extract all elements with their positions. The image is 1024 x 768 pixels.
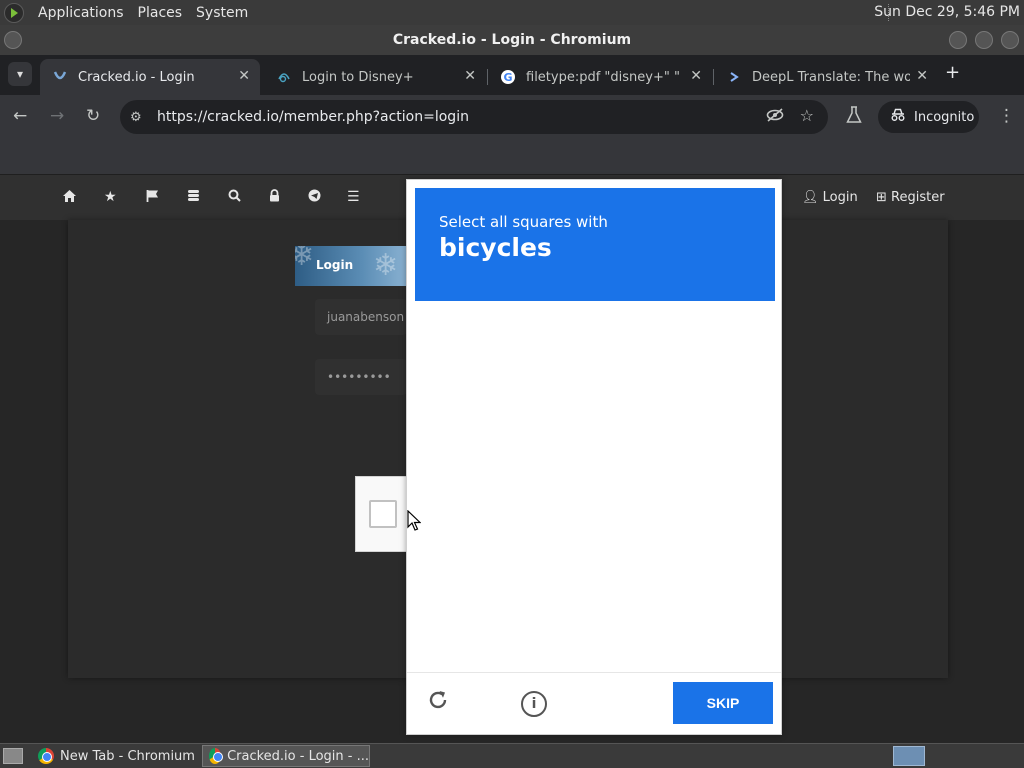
- cracked-favicon-icon: [52, 69, 68, 85]
- incognito-icon: [890, 108, 906, 126]
- recaptcha-checkbox-widget: [355, 476, 407, 552]
- recaptcha-checkbox[interactable]: [369, 500, 397, 528]
- taskbar-item-cracked-login[interactable]: Cracked.io - Login - ...: [202, 745, 370, 767]
- star-icon[interactable]: ★: [104, 189, 117, 205]
- login-link-label: Login: [822, 190, 858, 205]
- snowflake-icon: ❄: [373, 248, 399, 283]
- disney-favicon-icon: [276, 69, 292, 85]
- chevron-down-icon: ▾: [16, 67, 24, 81]
- close-tab-icon[interactable]: ✕: [690, 68, 702, 84]
- applications-menu[interactable]: Applications: [38, 5, 124, 21]
- places-menu[interactable]: Places: [138, 5, 183, 21]
- chromium-icon: [209, 748, 224, 764]
- browser-toolbar: ← → ↻ ⚙ https://cracked.io/member.php?ac…: [0, 95, 1024, 140]
- mouse-cursor-icon: [407, 509, 422, 536]
- window-title: Cracked.io - Login - Chromium: [392, 32, 632, 48]
- search-icon[interactable]: [228, 189, 241, 206]
- system-top-panel: Applications Places System Sun Dec 29, 5…: [0, 0, 1024, 25]
- new-tab-plus-icon[interactable]: +: [945, 62, 960, 83]
- telegram-icon[interactable]: [308, 189, 321, 206]
- username-input[interactable]: juanabenson: [315, 299, 407, 335]
- taskbar-item-label: New Tab - Chromium: [60, 748, 195, 764]
- captcha-challenge-popup: Select all squares with bicycles i SKIP: [406, 179, 782, 735]
- captcha-prompt-header: Select all squares with bicycles: [415, 188, 775, 301]
- menu-hamburger-icon[interactable]: ☰: [347, 189, 360, 205]
- captcha-info-icon[interactable]: i: [521, 691, 547, 717]
- tab-deepl[interactable]: DeepL Translate: The worl ✕: [714, 59, 938, 95]
- deepl-favicon-icon: [726, 69, 742, 85]
- incognito-label: Incognito: [914, 109, 975, 125]
- taskbar-item-label: Cracked.io - Login - ...: [227, 748, 369, 764]
- maximize-button[interactable]: [975, 31, 993, 49]
- site-info-icon[interactable]: ⚙: [130, 110, 148, 125]
- login-header-title: Login: [316, 258, 354, 272]
- more-menu-icon[interactable]: ⋮: [998, 106, 1015, 126]
- tab-title: DeepL Translate: The worl: [752, 69, 910, 85]
- tab-search-button[interactable]: ▾: [8, 62, 32, 86]
- captcha-image-grid: [415, 302, 775, 672]
- address-bar[interactable]: ⚙ https://cracked.io/member.php?action=l…: [120, 100, 828, 134]
- window-menu-button[interactable]: [4, 31, 22, 49]
- close-tab-icon[interactable]: ✕: [464, 68, 476, 84]
- clock[interactable]: Sun Dec 29, 5:46 PM: [874, 4, 1020, 20]
- login-header-banner: ❄ ❄ Login: [295, 246, 407, 286]
- taskbar-item-new-tab[interactable]: New Tab - Chromium: [32, 745, 198, 767]
- flag-icon[interactable]: [146, 189, 159, 207]
- google-favicon-icon: G: [500, 69, 516, 85]
- home-icon[interactable]: [62, 189, 77, 207]
- forward-arrow-icon[interactable]: →: [50, 106, 64, 126]
- close-tab-icon[interactable]: ✕: [916, 68, 928, 84]
- svg-text:G: G: [503, 71, 512, 84]
- back-arrow-icon[interactable]: ←: [13, 106, 27, 126]
- captcha-instruction: Select all squares with: [439, 213, 608, 231]
- window-titlebar[interactable]: Cracked.io - Login - Chromium: [0, 25, 1024, 55]
- labs-flask-icon[interactable]: [846, 106, 862, 128]
- reload-icon[interactable]: ↻: [86, 106, 100, 126]
- tab-title: filetype:pdf "disney+" ": [526, 69, 680, 85]
- site-register-link[interactable]: ⊞ Register: [876, 190, 945, 205]
- chromium-icon: [38, 748, 54, 764]
- system-menu[interactable]: System: [196, 5, 248, 21]
- password-input[interactable]: •••••••••: [315, 359, 407, 395]
- bookmark-star-icon[interactable]: ☆: [800, 106, 814, 125]
- show-desktop-icon[interactable]: [3, 748, 23, 764]
- coins-icon[interactable]: [187, 189, 200, 206]
- desktop: Applications Places System Sun Dec 29, 5…: [0, 0, 1024, 768]
- captcha-skip-button[interactable]: SKIP: [673, 682, 773, 724]
- lock-icon[interactable]: [269, 189, 280, 206]
- minimize-button[interactable]: [949, 31, 967, 49]
- register-link-label: Register: [891, 190, 945, 205]
- bookmark-bar: [0, 140, 1024, 175]
- eye-slash-icon[interactable]: [766, 107, 784, 127]
- tab-cracked-login[interactable]: Cracked.io - Login ✕: [40, 59, 260, 95]
- incognito-indicator[interactable]: Incognito: [878, 101, 979, 133]
- snowflake-icon: ❄: [295, 246, 315, 273]
- workspace-switcher[interactable]: [893, 746, 925, 766]
- tab-title: Login to Disney+: [302, 69, 414, 85]
- captcha-reload-icon[interactable]: [426, 688, 450, 718]
- captcha-footer: i SKIP: [407, 672, 781, 734]
- tab-disney-login[interactable]: Login to Disney+ ✕: [264, 59, 488, 95]
- close-window-button[interactable]: [1001, 31, 1019, 49]
- user-icon: 👤︎: [802, 190, 819, 205]
- captcha-target-object: bicycles: [439, 233, 552, 262]
- plus-square-icon: ⊞: [876, 190, 887, 205]
- tab-google-search[interactable]: G filetype:pdf "disney+" " ✕: [488, 59, 714, 95]
- url-text[interactable]: https://cracked.io/member.php?action=log…: [157, 109, 469, 125]
- tab-title: Cracked.io - Login: [78, 69, 195, 85]
- site-login-link[interactable]: 👤︎ Login: [802, 190, 858, 205]
- bottom-taskbar: New Tab - Chromium Cracked.io - Login - …: [0, 743, 1024, 768]
- applications-menu-icon[interactable]: [4, 2, 24, 23]
- tab-strip: ▾ Cracked.io - Login ✕ Login to Disney+ …: [0, 55, 1024, 95]
- close-tab-icon[interactable]: ✕: [238, 68, 250, 84]
